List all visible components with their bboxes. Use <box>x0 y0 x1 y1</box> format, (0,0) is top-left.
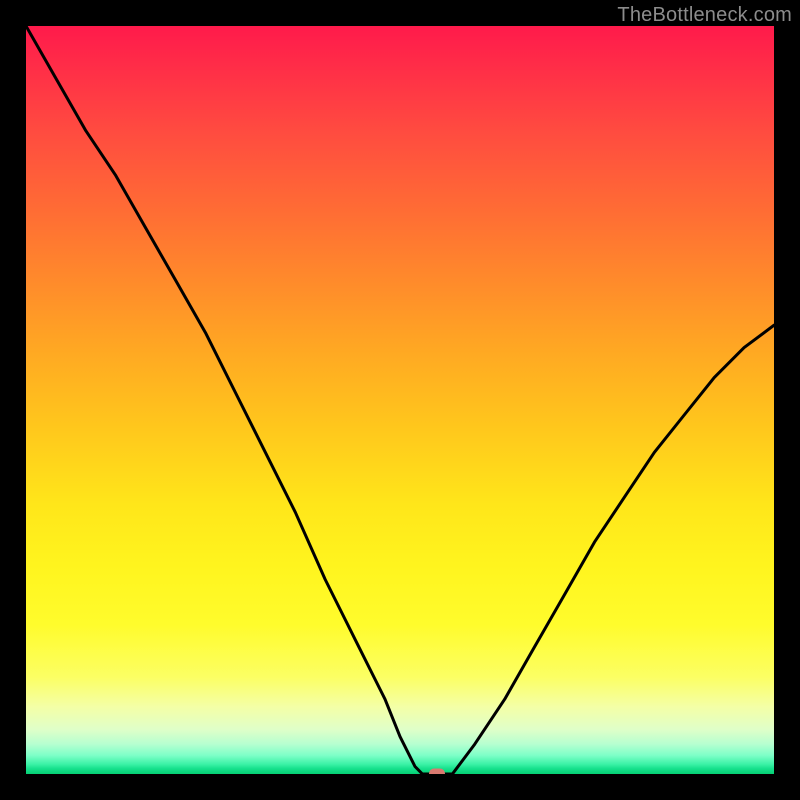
watermark-text: TheBottleneck.com <box>617 4 792 27</box>
plot-area <box>26 26 774 774</box>
bottleneck-curve <box>26 26 774 774</box>
curve-path <box>26 26 774 774</box>
optimal-point-marker <box>429 769 445 775</box>
chart-frame: TheBottleneck.com <box>0 0 800 800</box>
